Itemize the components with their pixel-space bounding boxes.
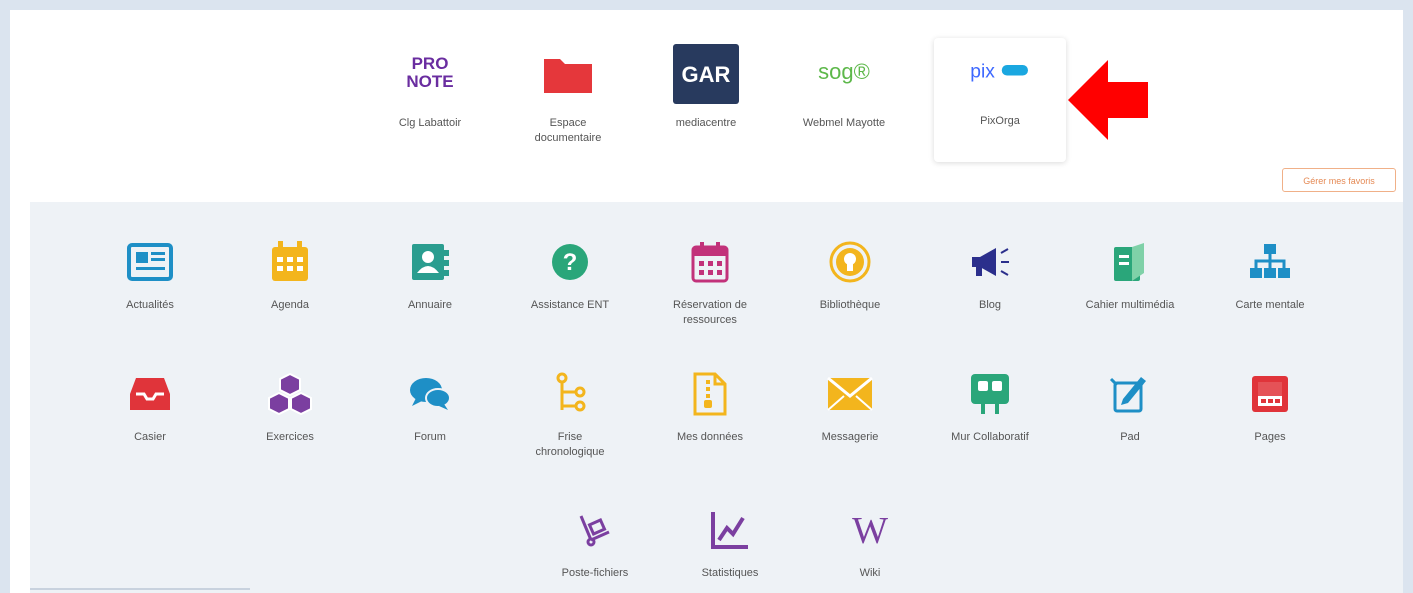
pix-logo-icon: pix: [965, 42, 1035, 102]
fav-webmail[interactable]: sog® Webmel Mayotte: [779, 40, 909, 165]
app-reservation-ressources[interactable]: Réservation de ressources: [645, 240, 775, 350]
timeline-icon: [546, 372, 594, 416]
app-forum[interactable]: Forum: [365, 372, 495, 482]
window-icon: [1246, 372, 1294, 416]
help-icon: ?: [546, 240, 594, 284]
red-arrow-icon: [1066, 58, 1150, 142]
app-carte-mentale[interactable]: Carte mentale: [1205, 240, 1335, 350]
gar-logo-icon: GAR: [671, 44, 741, 104]
zip-file-icon: [686, 372, 734, 416]
svg-text:W: W: [852, 510, 888, 550]
divider: [30, 588, 250, 590]
calendar-icon: [266, 240, 314, 284]
svg-text:NOTE: NOTE: [406, 72, 453, 91]
app-label: Assistance ENT: [530, 299, 610, 311]
app-statistiques[interactable]: Statistiques: [665, 508, 795, 593]
app-blog[interactable]: Blog: [925, 240, 1055, 350]
fav-label: PixOrga: [980, 115, 1020, 127]
svg-text:GAR: GAR: [682, 62, 731, 87]
app-cahier-multimedia[interactable]: Cahier multimédia: [1065, 240, 1195, 350]
app-frise-chronologique[interactable]: Frise chronologique: [505, 372, 635, 482]
app-pad[interactable]: Pad: [1065, 372, 1195, 482]
megaphone-icon: [966, 240, 1014, 284]
app-label: Poste-fichiers: [561, 567, 629, 579]
chart-line-icon: [706, 508, 754, 552]
lightbulb-icon: [826, 240, 874, 284]
app-label: Pages: [1254, 431, 1286, 443]
cubes-icon: [266, 372, 314, 416]
app-label: Annuaire: [407, 299, 453, 311]
app-actualites[interactable]: Actualités: [85, 240, 215, 350]
pad-icon: [1106, 372, 1154, 416]
app-wiki[interactable]: W Wiki: [805, 508, 935, 593]
notebook-icon: [1106, 240, 1154, 284]
svg-text:pix: pix: [970, 61, 995, 82]
app-label: Statistiques: [701, 567, 759, 579]
folder-icon: [533, 44, 603, 104]
inbox-icon: [126, 372, 174, 416]
manage-favorites-button[interactable]: Gérer mes favoris: [1282, 168, 1396, 192]
app-label: Wiki: [859, 567, 881, 579]
app-label: Actualités: [126, 299, 174, 311]
fav-label: Webmel Mayotte: [802, 117, 886, 129]
sog-logo-icon: sog®: [809, 44, 879, 104]
app-label: Agenda: [271, 299, 309, 311]
app-mur-collaboratif[interactable]: Mur Collaboratif: [925, 372, 1055, 482]
chat-icon: [406, 372, 454, 416]
app-pages[interactable]: Pages: [1205, 372, 1335, 482]
sitemap-icon: [1246, 240, 1294, 284]
board-icon: [966, 372, 1014, 416]
ent-portal: PRO NOTE Clg Labattoir Espace documentai…: [10, 10, 1403, 593]
favorites-bar: PRO NOTE Clg Labattoir Espace documentai…: [10, 10, 1403, 202]
app-bibliotheque[interactable]: Bibliothèque: [785, 240, 915, 350]
applications-grid: Actualités Agenda Annuaire ? Assistance …: [30, 202, 1403, 593]
app-assistance-ent[interactable]: ? Assistance ENT: [505, 240, 635, 350]
app-mes-donnees[interactable]: Mes données: [645, 372, 775, 482]
app-agenda[interactable]: Agenda: [225, 240, 355, 350]
fav-pronote[interactable]: PRO NOTE Clg Labattoir: [365, 40, 495, 165]
fav-label: Clg Labattoir: [398, 117, 462, 129]
app-label: Exercices: [266, 431, 314, 443]
fav-espace-documentaire[interactable]: Espace documentaire: [503, 40, 633, 165]
wiki-icon: W: [846, 508, 894, 552]
app-messagerie[interactable]: Messagerie: [785, 372, 915, 482]
app-exercices[interactable]: Exercices: [225, 372, 355, 482]
app-casier[interactable]: Casier: [85, 372, 215, 482]
app-label: Mur Collaboratif: [951, 431, 1029, 443]
app-label: Pad: [1120, 431, 1140, 443]
app-label: Blog: [978, 299, 1002, 311]
booking-calendar-icon: [686, 240, 734, 284]
app-annuaire[interactable]: Annuaire: [365, 240, 495, 350]
app-label: Cahier multimédia: [1085, 299, 1175, 311]
svg-text:sog®: sog®: [818, 59, 870, 84]
envelope-icon: [826, 372, 874, 416]
svg-text:?: ?: [563, 249, 578, 276]
app-label: Messagerie: [821, 431, 879, 443]
address-book-icon: [406, 240, 454, 284]
app-poste-fichiers[interactable]: Poste-fichiers: [545, 508, 645, 593]
fav-label: mediacentre: [675, 117, 737, 129]
pronote-logo-icon: PRO NOTE: [395, 44, 465, 104]
app-label: Réservation de ressources: [673, 299, 747, 326]
app-label: Carte mentale: [1235, 299, 1305, 311]
app-label: Casier: [134, 431, 166, 443]
newspaper-icon: [126, 240, 174, 284]
app-label: Forum: [414, 431, 446, 443]
app-label: Frise chronologique: [535, 431, 605, 458]
app-label: Bibliothèque: [819, 299, 881, 311]
fav-pixorga[interactable]: pix PixOrga: [934, 38, 1066, 162]
app-label: Mes données: [676, 431, 744, 443]
svg-text:PRO: PRO: [412, 54, 449, 73]
fav-label: Espace documentaire: [534, 117, 602, 144]
hand-truck-icon: [571, 508, 619, 552]
fav-gar[interactable]: GAR mediacentre: [641, 40, 771, 165]
